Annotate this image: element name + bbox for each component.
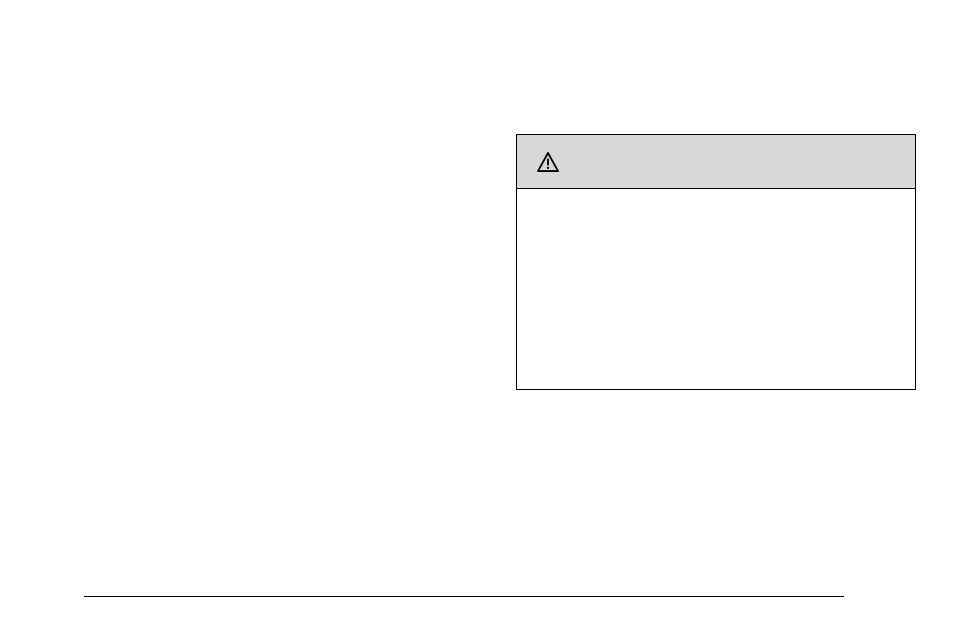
warning-box — [516, 134, 916, 390]
warning-header — [517, 135, 915, 189]
horizontal-divider — [84, 596, 844, 597]
warning-triangle-icon — [537, 152, 559, 172]
warning-body — [517, 189, 915, 389]
